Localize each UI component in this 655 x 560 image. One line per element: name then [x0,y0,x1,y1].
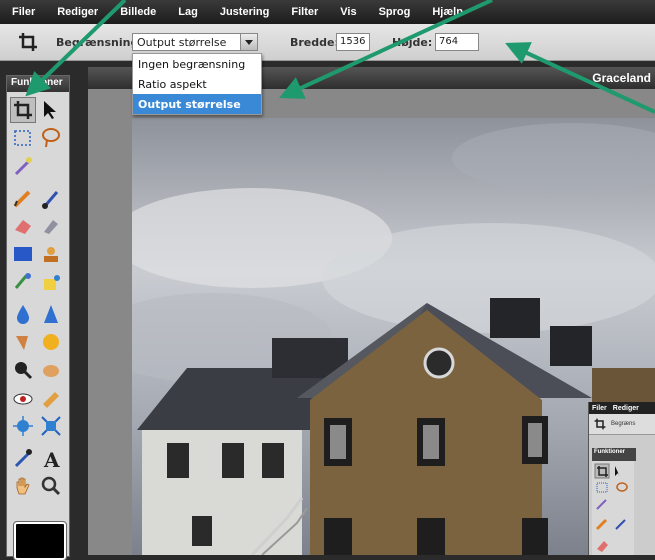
eraser-icon[interactable] [11,214,35,238]
lasso-tool-icon[interactable] [39,126,63,150]
magic-wand-icon[interactable] [11,154,35,178]
nested-screenshot: Filer Rediger Begræns Funktioner [588,402,655,555]
svg-text:A: A [43,448,60,470]
nested-tools-panel [592,461,634,555]
foreground-color-swatch[interactable] [13,521,67,560]
red-eye-icon[interactable] [11,386,35,410]
tools-panel: Funktioner A [6,75,70,560]
chevron-down-icon[interactable] [240,34,257,50]
menu-rediger[interactable]: Rediger [45,6,108,18]
marquee-tool-icon[interactable] [11,126,35,150]
nested-constraint-label: Begræns [611,421,636,427]
zoom-icon[interactable] [11,358,35,382]
constraint-select[interactable]: Output størrelse [132,33,258,51]
magnifier-icon[interactable] [39,474,63,498]
color-replace-icon[interactable] [11,270,35,294]
sponge-icon[interactable] [39,358,63,382]
crop-icon[interactable] [18,32,38,52]
spot-heal-icon[interactable] [39,386,63,410]
constraint-select-value: Output størrelse [137,36,227,49]
menu-bar: Filer Rediger Billede Lag Justering Filt… [0,0,655,24]
text-tool-icon[interactable]: A [39,446,63,470]
eyedropper-icon[interactable] [11,446,35,470]
move-tool-icon[interactable] [39,98,63,122]
nested-crop-icon [594,418,606,430]
width-input[interactable]: 1536 [336,33,370,51]
height-input[interactable]: 764 [435,33,479,51]
hand-icon[interactable] [11,474,35,498]
brush-icon[interactable] [39,186,63,210]
menu-billede[interactable]: Billede [108,6,166,18]
sharpen-icon[interactable] [39,302,63,326]
stamp-icon[interactable] [39,242,63,266]
photo-canvas[interactable] [132,118,655,555]
tools-panel-title: Funktioner [7,76,69,92]
menu-vis[interactable]: Vis [328,6,366,18]
height-label: Højde: [392,36,433,49]
width-label: Bredde: [290,36,339,49]
dropdown-option-none[interactable]: Ingen begrænsning [133,54,261,74]
menu-justering[interactable]: Justering [208,6,280,18]
nested-menu-bar: Filer Rediger [589,402,655,414]
pinch-icon[interactable] [39,414,63,438]
paint-bucket-icon[interactable] [39,270,63,294]
options-bar: Begrænsning: Output størrelse Bredde: 15… [0,24,655,61]
menu-lag[interactable]: Lag [166,6,208,18]
menu-filer[interactable]: Filer [0,6,45,18]
pencil-icon[interactable] [11,186,35,210]
gradient-icon[interactable] [11,242,35,266]
dropdown-option-output[interactable]: Output størrelse [133,94,261,114]
menu-hjaelp[interactable]: Hjælp [420,6,473,18]
nested-menu-rediger: Rediger [612,404,639,412]
nested-menu-filer: Filer [592,404,607,412]
smudge-icon[interactable] [39,214,63,238]
constraint-label: Begrænsning: [56,36,143,49]
constraint-dropdown: Ingen begrænsning Ratio aspekt Output st… [132,53,262,115]
blur-icon[interactable] [11,302,35,326]
bloat-icon[interactable] [11,414,35,438]
dropdown-option-ratio[interactable]: Ratio aspekt [133,74,261,94]
nested-options-bar: Begræns [589,414,655,435]
canvas-title: Graceland [592,71,651,85]
menu-filter[interactable]: Filter [279,6,328,18]
menu-sprog[interactable]: Sprog [367,6,421,18]
burn-icon[interactable] [11,330,35,354]
nested-tools-title: Funktioner [592,448,636,461]
crop-tool-icon[interactable] [10,97,36,123]
dodge-icon[interactable] [39,330,63,354]
nested-tool-icons [594,463,628,552]
